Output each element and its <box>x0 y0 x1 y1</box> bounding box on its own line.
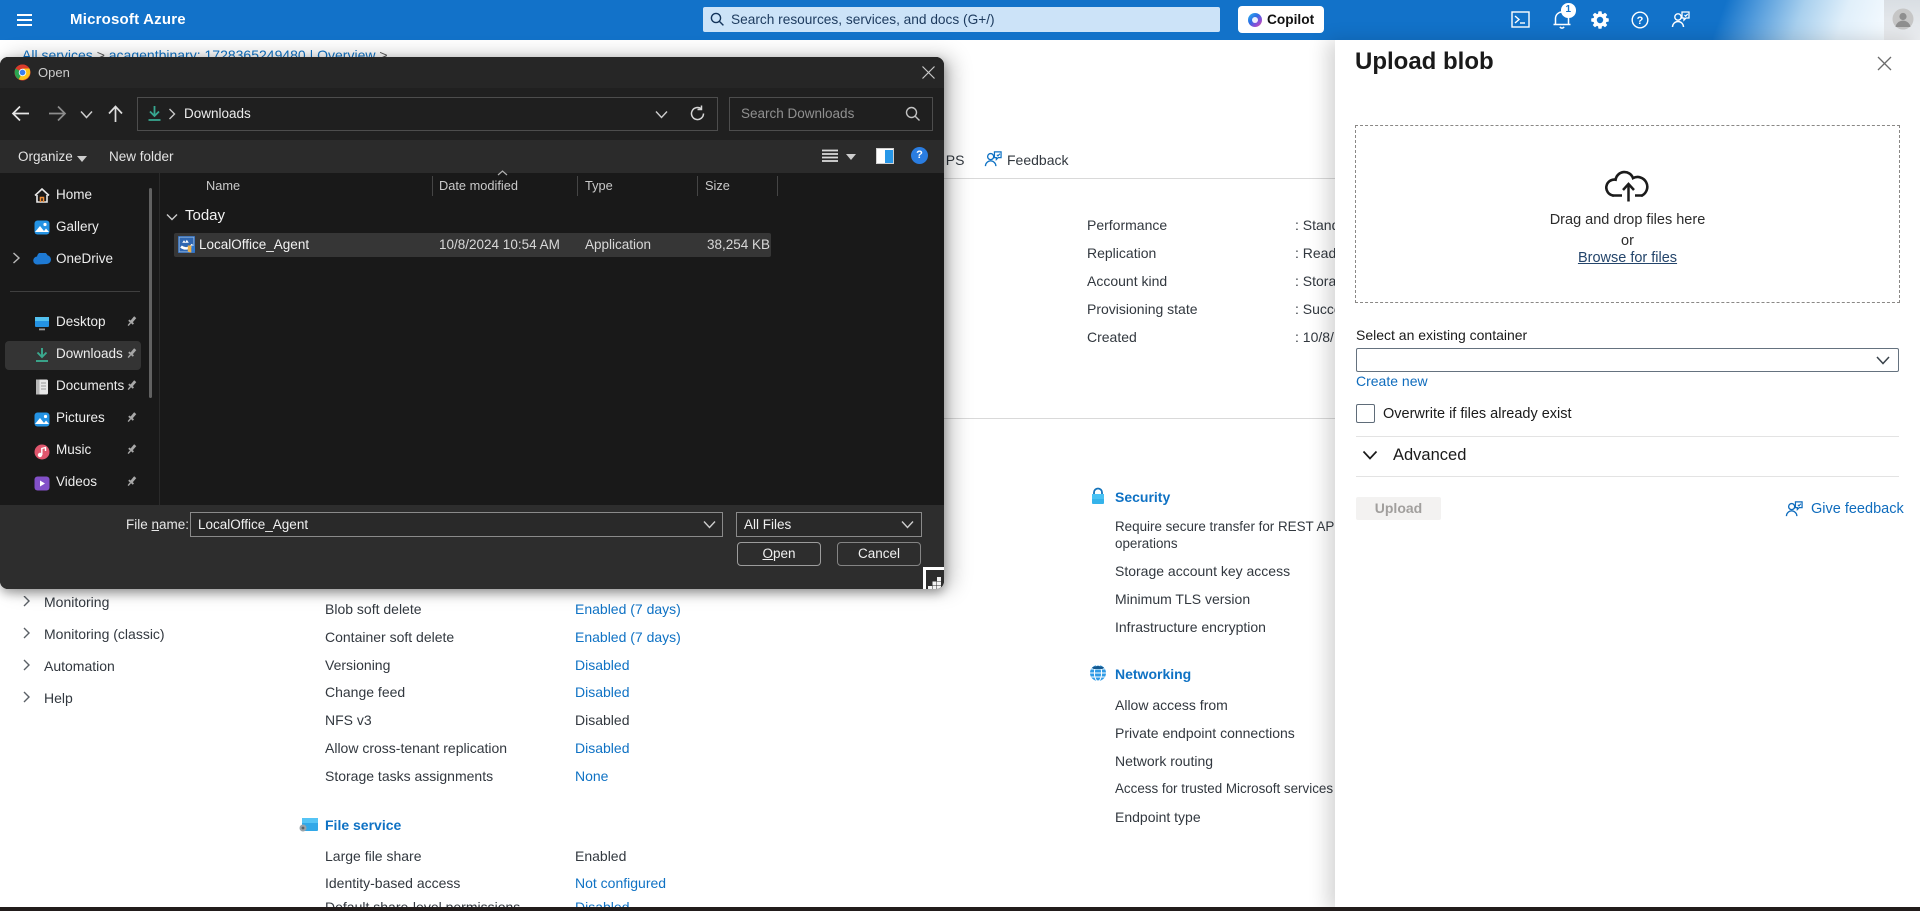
svg-text:?: ? <box>1637 15 1644 27</box>
